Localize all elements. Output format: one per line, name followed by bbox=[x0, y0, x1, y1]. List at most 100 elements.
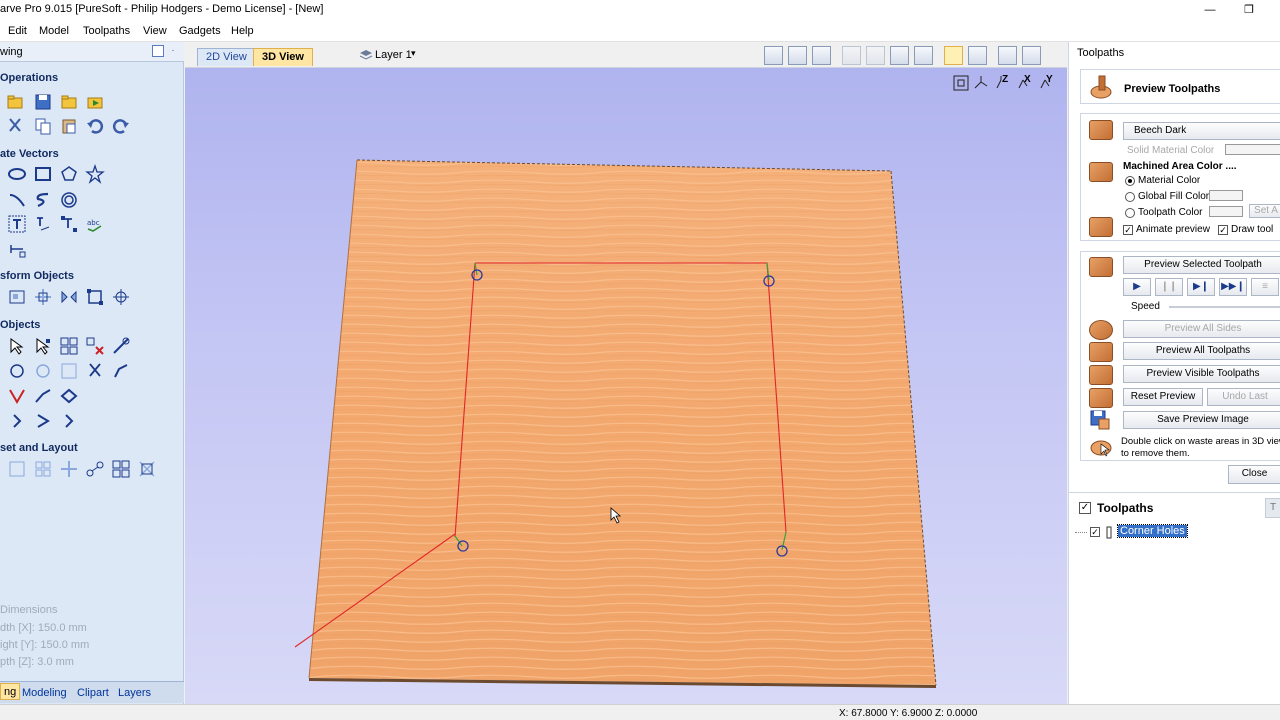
play-icon[interactable]: ▶ bbox=[1123, 278, 1151, 296]
polygon-icon[interactable] bbox=[59, 164, 79, 184]
close-vector-icon[interactable] bbox=[33, 361, 53, 381]
drawing-panel-header: wing · bbox=[0, 42, 184, 62]
offset-icon[interactable] bbox=[7, 459, 27, 479]
tab-clipart[interactable]: Clipart bbox=[74, 685, 112, 702]
speed-slider[interactable] bbox=[1169, 306, 1280, 308]
close-button[interactable]: Close bbox=[1228, 465, 1280, 484]
align-icon[interactable] bbox=[33, 287, 53, 307]
radio-global-fill-color[interactable] bbox=[1125, 192, 1135, 202]
draw-tool-checkbox[interactable]: ✓ bbox=[1218, 225, 1228, 235]
copy-along-icon[interactable] bbox=[85, 459, 105, 479]
3d-viewport[interactable]: 2D View 3D View Layer 1 ▾ Z X Y bbox=[185, 42, 1067, 704]
save-preview-image-button[interactable]: Save Preview Image bbox=[1123, 411, 1280, 429]
trim-icon[interactable] bbox=[111, 336, 131, 356]
curve-fit-icon[interactable] bbox=[33, 386, 53, 406]
extend-icon[interactable] bbox=[59, 386, 79, 406]
pin-icon[interactable]: · bbox=[167, 45, 179, 57]
restore-button[interactable]: ❐ bbox=[1241, 2, 1257, 18]
toolpath-color-label: Toolpath Color bbox=[1138, 207, 1203, 218]
undo-last-button[interactable]: Undo Last bbox=[1207, 388, 1280, 406]
menu-gadgets[interactable]: Gadgets bbox=[179, 25, 221, 37]
star-icon[interactable] bbox=[85, 164, 105, 184]
text-icon[interactable] bbox=[7, 214, 27, 234]
preview-visible-toolpaths-icon bbox=[1089, 365, 1113, 385]
text-spell-icon[interactable]: abc bbox=[85, 214, 105, 234]
fillet-icon[interactable] bbox=[111, 361, 131, 381]
minimize-button[interactable]: — bbox=[1202, 2, 1218, 18]
toolpath-item-checkbox[interactable]: ✓ bbox=[1090, 527, 1100, 537]
menu-model[interactable]: Model bbox=[39, 25, 69, 37]
select-icon[interactable] bbox=[7, 336, 27, 356]
layout-icon[interactable] bbox=[137, 459, 157, 479]
tab-modeling[interactable]: Modeling bbox=[19, 685, 70, 702]
step-icon[interactable]: ▶❙ bbox=[1187, 278, 1215, 296]
material-dropdown[interactable]: Beech Dark bbox=[1123, 122, 1280, 140]
set-origin-icon[interactable] bbox=[111, 287, 131, 307]
open-file-icon[interactable] bbox=[59, 92, 79, 112]
preview-visible-toolpaths-button[interactable]: Preview Visible Toolpaths bbox=[1123, 365, 1280, 383]
chevron-right-icon-1[interactable] bbox=[7, 411, 27, 431]
chevron-right-icon-2[interactable] bbox=[33, 411, 53, 431]
move-icon[interactable] bbox=[7, 287, 27, 307]
nesting-icon[interactable] bbox=[111, 459, 131, 479]
preview-all-sides-button[interactable]: Preview All Sides bbox=[1123, 320, 1280, 338]
menu-edit[interactable]: Edit bbox=[8, 25, 27, 37]
reset-preview-button[interactable]: Reset Preview bbox=[1123, 388, 1203, 406]
preview-selected-toolpath-button[interactable]: Preview Selected Toolpath bbox=[1123, 256, 1280, 274]
text-on-curve-icon[interactable] bbox=[33, 214, 53, 234]
menu-view[interactable]: View bbox=[143, 25, 167, 37]
solid-material-swatch[interactable] bbox=[1225, 144, 1280, 155]
scissors-icon[interactable] bbox=[85, 361, 105, 381]
toolpath-color-swatch[interactable] bbox=[1209, 206, 1243, 217]
rectangle-icon[interactable] bbox=[33, 164, 53, 184]
tab-layers[interactable]: Layers bbox=[115, 685, 154, 702]
panel-toggle-button[interactable] bbox=[152, 45, 164, 57]
copy-icon[interactable] bbox=[33, 116, 53, 136]
set-all-button[interactable]: Set A bbox=[1249, 204, 1280, 218]
smart-smoothing-icon[interactable] bbox=[7, 386, 27, 406]
spiral-icon[interactable] bbox=[59, 190, 79, 210]
undo-icon[interactable] bbox=[85, 116, 105, 136]
weld-icon[interactable] bbox=[59, 361, 79, 381]
group-icon[interactable] bbox=[59, 336, 79, 356]
fast-forward-icon[interactable]: ▶▶❙ bbox=[1219, 278, 1247, 296]
pause-icon[interactable]: ❙❙ bbox=[1155, 278, 1183, 296]
paste-icon[interactable] bbox=[59, 116, 79, 136]
save-preview-icon bbox=[1090, 410, 1110, 430]
mirror-icon[interactable] bbox=[59, 287, 79, 307]
animate-preview-checkbox[interactable]: ✓ bbox=[1123, 225, 1133, 235]
ungroup-icon[interactable] bbox=[85, 336, 105, 356]
ellipse-icon[interactable] bbox=[7, 164, 27, 184]
global-fill-swatch[interactable] bbox=[1209, 190, 1243, 201]
toolpath-list-item[interactable]: ✓ Corner Holes bbox=[1075, 524, 1275, 540]
scale-icon[interactable] bbox=[85, 287, 105, 307]
dimension-icon[interactable] bbox=[7, 239, 27, 259]
draw-line-icon[interactable] bbox=[7, 190, 27, 210]
join-icon[interactable] bbox=[7, 361, 27, 381]
stop-icon[interactable]: ≡ bbox=[1251, 278, 1279, 296]
redo-icon[interactable] bbox=[111, 116, 131, 136]
3d-scene[interactable] bbox=[185, 42, 1067, 704]
animate-preview-label: Animate preview bbox=[1136, 224, 1210, 235]
array-icon[interactable] bbox=[33, 459, 53, 479]
new-file-icon[interactable] bbox=[5, 92, 25, 112]
toolpath-item-name[interactable]: Corner Holes bbox=[1117, 524, 1188, 538]
text-arc-icon[interactable] bbox=[59, 214, 79, 234]
circular-array-icon[interactable] bbox=[59, 459, 79, 479]
toolpath-tool-icon[interactable]: T bbox=[1265, 498, 1280, 518]
import-icon[interactable] bbox=[85, 92, 105, 112]
menu-toolpaths[interactable]: Toolpaths bbox=[83, 25, 130, 37]
toolpaths-list-checkbox[interactable]: ✓ bbox=[1079, 502, 1091, 514]
chevron-right-icon-3[interactable] bbox=[59, 411, 79, 431]
drill-tool-icon bbox=[1106, 526, 1112, 539]
section-create-vectors: ate Vectors bbox=[0, 148, 59, 160]
node-edit-icon[interactable] bbox=[33, 336, 53, 356]
preview-all-toolpaths-button[interactable]: Preview All Toolpaths bbox=[1123, 342, 1280, 360]
curve-icon[interactable] bbox=[33, 190, 53, 210]
cut-icon[interactable] bbox=[5, 116, 25, 136]
radio-toolpath-color[interactable] bbox=[1125, 208, 1135, 218]
radio-material-color[interactable] bbox=[1125, 176, 1135, 186]
save-icon[interactable] bbox=[33, 92, 53, 112]
tab-drawing[interactable]: ng bbox=[0, 683, 21, 700]
menu-help[interactable]: Help bbox=[231, 25, 254, 37]
